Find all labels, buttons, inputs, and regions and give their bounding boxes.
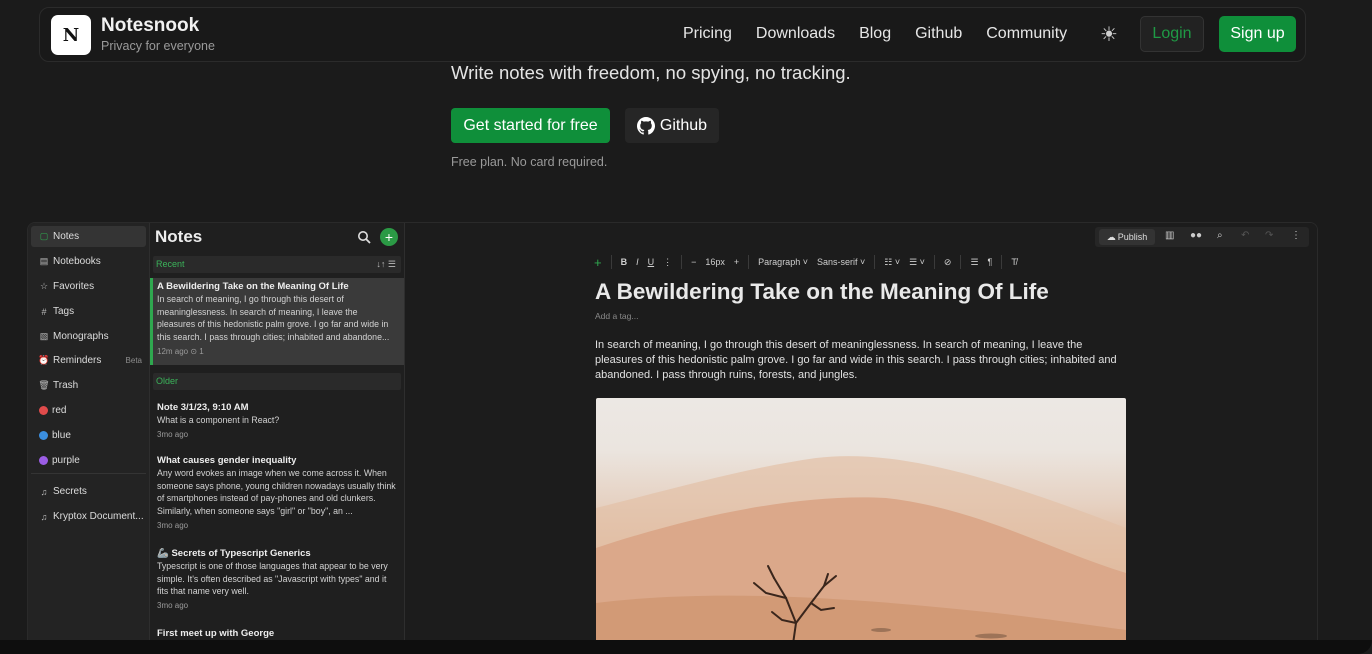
- font-size-value[interactable]: 16px: [705, 257, 725, 267]
- theme-toggle-sun-icon[interactable]: ☀: [1098, 24, 1120, 46]
- group-header-older: Older: [153, 373, 401, 390]
- hero-subtitle: Write notes with freedom, no spying, no …: [451, 62, 851, 83]
- toolbar-divider: [874, 255, 876, 269]
- sidebar-divider: [31, 473, 146, 474]
- toolbar-divider: [933, 255, 935, 269]
- get-started-button[interactable]: Get started for free: [451, 108, 610, 143]
- blue-dot-icon: [39, 431, 48, 440]
- shortcut-icon: ♫: [40, 511, 48, 522]
- list-item[interactable]: 🦾 Secrets of Typescript Generics Typescr…: [150, 545, 404, 613]
- clear-format-icon[interactable]: T̸: [1011, 257, 1017, 267]
- numbered-list-icon[interactable]: ☷ ˅: [884, 257, 900, 268]
- github-button-label: Github: [659, 116, 708, 134]
- bold-icon[interactable]: B: [621, 257, 628, 267]
- undo-icon[interactable]: ↶: [1241, 230, 1249, 241]
- cloud-icon: ☁: [1106, 231, 1116, 242]
- notebook-icon: ▤: [39, 256, 49, 266]
- list-item[interactable]: Note 3/1/23, 9:10 AM What is a component…: [150, 399, 404, 442]
- landing-page: N Notesnook Privacy for everyone Pricing…: [0, 0, 1372, 654]
- paragraph-direction-icon[interactable]: ¶: [988, 257, 993, 267]
- note-body[interactable]: In search of meaning, I go through this …: [595, 338, 1125, 383]
- increase-font-icon[interactable]: +: [734, 257, 739, 267]
- search-icon[interactable]: ⌕: [1217, 230, 1223, 241]
- shortcut-icon: ♫: [40, 486, 48, 497]
- github-icon: [636, 116, 655, 135]
- app-sidebar: ▢ Notes ▤ Notebooks ☆ Favorites # Tags ▧ Mono…: [28, 223, 150, 653]
- toolbar-divider: [681, 255, 683, 269]
- monograph-icon: ▧: [39, 331, 49, 341]
- nav-community[interactable]: Community: [986, 25, 1067, 43]
- link-icon[interactable]: ⊘: [944, 257, 952, 268]
- login-button[interactable]: Login: [1140, 16, 1204, 52]
- more-format-icon[interactable]: ⋮: [663, 257, 672, 268]
- group-header-recent: Recent ↓↑ ☰: [153, 256, 401, 273]
- sort-icon[interactable]: ↓↑ ☰: [376, 256, 396, 273]
- note-editor: ☁ Publish ▥ ●● ⌕ ↶ ↷ ⋮ + B I U ⋮ − 16px +: [405, 223, 1317, 653]
- sidebar-color-red[interactable]: red: [31, 400, 146, 421]
- search-icon[interactable]: [357, 230, 371, 244]
- sidebar-item-notes[interactable]: ▢ Notes: [31, 226, 146, 247]
- focus-mode-icon[interactable]: ●●: [1190, 230, 1202, 241]
- note-list: Notes + Recent ↓↑ ☰ A Bewildering Take o…: [150, 223, 405, 653]
- desert-image: [596, 398, 1126, 653]
- bullet-list-icon[interactable]: ☰ ˅: [909, 257, 925, 268]
- app-preview: ▢ Notes ▤ Notebooks ☆ Favorites # Tags ▧ Mono…: [27, 222, 1318, 654]
- more-icon[interactable]: ⋮: [1291, 230, 1301, 241]
- list-item[interactable]: A Bewildering Take on the Meaning Of Lif…: [150, 278, 404, 365]
- site-header: N Notesnook Privacy for everyone Pricing…: [39, 7, 1306, 62]
- toolbar-divider: [748, 255, 750, 269]
- free-plan-note: Free plan. No card required.: [451, 155, 608, 169]
- notes-icon: ▢: [39, 231, 49, 241]
- alarm-icon: ⏰: [38, 355, 50, 365]
- block-type-select[interactable]: Paragraph ˅: [758, 257, 808, 267]
- hash-icon: #: [41, 306, 47, 317]
- sidebar-item-trash[interactable]: 🗑 Trash: [31, 375, 146, 396]
- brand-tagline: Privacy for everyone: [101, 39, 215, 53]
- beta-badge: Beta: [125, 356, 142, 365]
- redo-icon[interactable]: ↷: [1265, 230, 1273, 241]
- star-icon: ☆: [39, 281, 49, 291]
- nav-pricing[interactable]: Pricing: [683, 25, 732, 43]
- italic-icon[interactable]: I: [636, 257, 639, 267]
- brand-name[interactable]: Notesnook: [101, 15, 199, 37]
- main-nav: Pricing Downloads Blog Github Community: [683, 25, 1091, 43]
- decrease-font-icon[interactable]: −: [691, 257, 696, 267]
- layout-icon[interactable]: ▥: [1165, 230, 1174, 241]
- sidebar-shortcut-secrets[interactable]: ♫ Secrets: [31, 481, 146, 502]
- underline-icon[interactable]: U: [648, 257, 655, 267]
- sidebar-item-notebooks[interactable]: ▤ Notebooks: [31, 251, 146, 272]
- toolbar-divider: [960, 255, 962, 269]
- github-button[interactable]: Github: [625, 108, 719, 143]
- add-note-button[interactable]: +: [380, 228, 398, 246]
- desert-dunes-illustration: [596, 456, 1126, 653]
- toolbar-divider: [1001, 255, 1003, 269]
- list-item[interactable]: First meet up with George: [150, 625, 404, 642]
- insert-icon[interactable]: +: [594, 255, 602, 270]
- toolbar-divider: [610, 255, 612, 269]
- add-tag-input[interactable]: Add a tag...: [595, 311, 638, 321]
- signup-button[interactable]: Sign up: [1219, 16, 1296, 52]
- format-toolbar: + B I U ⋮ − 16px + Paragraph ˅ Sans-seri…: [594, 252, 1026, 272]
- sidebar-color-purple[interactable]: purple: [31, 450, 146, 471]
- align-left-icon[interactable]: ☰: [970, 257, 978, 268]
- note-list-title: Notes: [155, 227, 203, 246]
- sidebar-color-blue[interactable]: blue: [31, 425, 146, 446]
- sidebar-item-monographs[interactable]: ▧ Monographs: [31, 326, 146, 347]
- nav-blog[interactable]: Blog: [859, 25, 891, 43]
- trash-icon: 🗑: [38, 380, 50, 390]
- red-dot-icon: [39, 406, 48, 415]
- editor-topbar: ☁ Publish ▥ ●● ⌕ ↶ ↷ ⋮: [1095, 227, 1309, 247]
- list-item[interactable]: What causes gender inequality Any word e…: [150, 452, 404, 533]
- sidebar-item-tags[interactable]: # Tags: [31, 301, 146, 322]
- purple-dot-icon: [39, 456, 48, 465]
- notesnook-logo[interactable]: N: [51, 15, 91, 55]
- sidebar-item-reminders[interactable]: ⏰ Reminders Beta: [31, 350, 146, 371]
- font-family-select[interactable]: Sans-serif ˅: [817, 257, 865, 267]
- sidebar-item-favorites[interactable]: ☆ Favorites: [31, 276, 146, 297]
- publish-button[interactable]: ☁ Publish: [1099, 229, 1155, 245]
- note-title[interactable]: A Bewildering Take on the Meaning Of Lif…: [595, 279, 1049, 305]
- sidebar-shortcut-kryptox[interactable]: ♫ Kryptox Document...: [31, 506, 146, 527]
- nav-github[interactable]: Github: [915, 25, 962, 43]
- nav-downloads[interactable]: Downloads: [756, 25, 835, 43]
